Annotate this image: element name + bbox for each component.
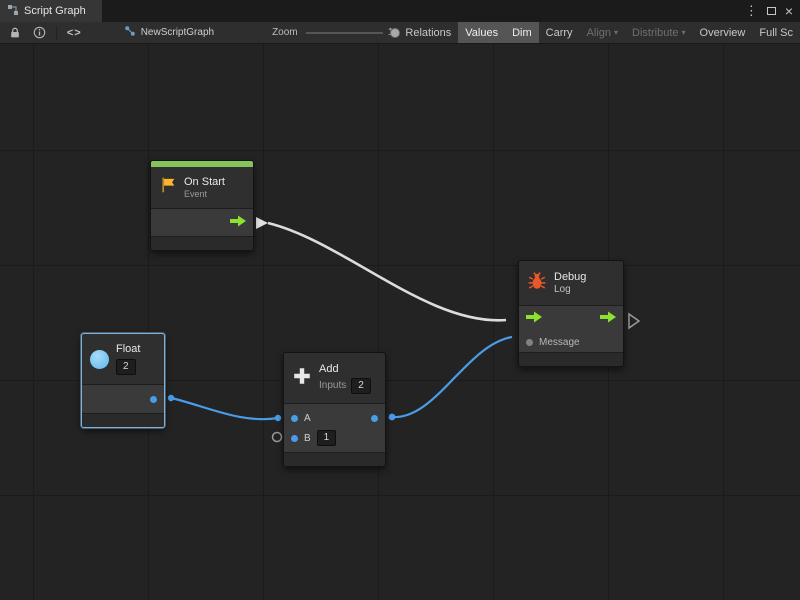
node-on-start[interactable]: On Start Event [150,160,254,251]
info-icon[interactable] [33,22,46,43]
flow-wire-arrowhead [256,217,268,229]
zoom-label: Zoom [272,27,298,38]
overview-button[interactable]: Overview [693,22,753,43]
lock-icon[interactable] [9,22,21,43]
graph-asset-icon [124,25,136,40]
graph-tab-icon [7,4,19,19]
connections-layer [0,44,800,600]
node-footer [284,453,385,466]
graph-toolbar: <> NewScriptGraph Zoom 1x Relations Valu… [0,22,800,44]
tab-script-graph[interactable]: Script Graph [0,0,102,22]
flow-input-port[interactable] [526,310,542,328]
toolbar-buttons: Relations Values Dim Carry Align▾ Distri… [398,22,800,43]
node-header[interactable]: On Start Event [151,167,253,208]
carry-button[interactable]: Carry [539,22,580,43]
dim-button[interactable]: Dim [505,22,539,43]
node-subtitle: Log [554,284,586,295]
distribute-button: Distribute▾ [625,22,692,43]
flow-out-unconnected-triangle [629,314,639,328]
kebab-menu-icon[interactable]: ⋮ [745,3,758,19]
float-value-input[interactable]: 2 [116,359,136,375]
port-b-unconnected-circle [273,433,282,442]
chevron-down-icon: ▾ [682,28,686,37]
inputs-count-input[interactable]: 2 [351,378,371,394]
edit-source-icon[interactable]: <> [67,22,82,43]
port-a-input[interactable] [291,415,298,422]
bug-icon [527,271,547,296]
flow-output-port[interactable] [600,310,616,328]
result-output-port[interactable] [371,415,378,422]
node-debug-log[interactable]: Debug Log Message [518,260,624,367]
node-float[interactable]: Float 2 [81,333,165,428]
chevron-down-icon: ▾ [614,28,618,37]
flag-icon [159,176,177,199]
value-wire-add-to-debug [392,337,512,417]
fullscreen-button[interactable]: Full Sc [752,22,800,43]
port-b-label: B [304,433,311,444]
node-title: On Start [184,176,225,189]
node-header[interactable]: Add Inputs 2 [284,353,385,403]
node-header[interactable]: Debug Log [519,261,623,305]
message-label: Message [539,337,580,348]
node-title: Add [319,363,371,376]
inputs-label: Inputs [319,380,346,391]
node-footer [151,237,253,250]
message-input-port[interactable] [526,339,533,346]
values-button[interactable]: Values [458,22,505,43]
node-title: Float [116,343,140,356]
maximize-icon[interactable] [767,4,776,18]
flow-output-port[interactable] [230,214,246,232]
zoom-slider-handle[interactable] [390,28,400,38]
zoom-slider[interactable] [306,26,383,40]
plus-icon [292,366,312,391]
window-controls: ⋮ × [745,0,800,22]
node-add[interactable]: Add Inputs 2 A B 1 [283,352,386,467]
align-button: Align▾ [580,22,625,43]
tab-label: Script Graph [24,5,86,17]
port-b-value-input[interactable]: 1 [317,430,337,446]
zoom-slider-track[interactable] [306,32,383,34]
toolbar-separator [56,26,57,40]
relations-button[interactable]: Relations [398,22,458,43]
port-b-input[interactable] [291,435,298,442]
node-footer [519,353,623,366]
graph-canvas[interactable]: On Start Event Float 2 [0,44,800,600]
graph-name-label: NewScriptGraph [141,27,214,38]
node-title: Debug [554,271,586,284]
float-type-icon [90,350,109,369]
breadcrumb[interactable]: NewScriptGraph [124,25,214,40]
flow-wire [268,223,506,320]
value-wire-float-to-add [171,398,278,419]
node-header[interactable]: Float 2 [82,334,164,384]
node-subtitle: Event [184,189,225,200]
close-icon[interactable]: × [785,6,793,16]
script-graph-window: Script Graph ⋮ × <> NewScriptGraph Zoom [0,0,800,600]
port-a-label: A [304,413,311,424]
node-footer [82,414,164,427]
titlebar: Script Graph ⋮ × [0,0,800,22]
value-output-port[interactable] [150,396,157,403]
